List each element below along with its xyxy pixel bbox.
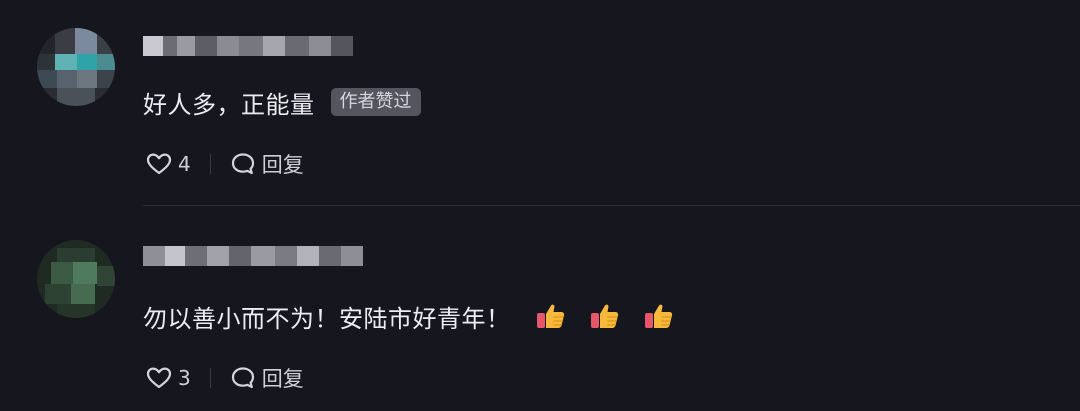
avatar[interactable] [37,240,115,318]
comment-text: 好人多，正能量 [143,90,315,119]
heart-icon[interactable] [145,364,173,392]
comment-actions: 3 回复 [145,363,304,393]
reply-button[interactable]: 回复 [229,363,304,393]
comment-item: 好人多，正能量 作者赞过 4 回复 [0,0,1080,205]
like-button[interactable]: 3 [145,364,191,392]
author-liked-badge: 作者赞过 [330,88,421,116]
like-count: 4 [178,152,191,176]
username-blurred[interactable] [143,241,363,271]
thumbs-up-icon [644,304,672,328]
comment-text-row: 好人多，正能量 作者赞过 [143,82,421,122]
like-button[interactable]: 4 [145,150,191,178]
comment-actions: 4 回复 [145,149,304,179]
like-count: 3 [178,366,191,390]
thumbs-up-icon [536,304,564,328]
reply-label: 回复 [261,153,304,177]
comment-bubble-icon[interactable] [229,150,257,178]
comment-text: 勿以善小而不为！安陆市好青年！ [143,304,511,333]
reply-label: 回复 [261,367,304,391]
action-divider [209,368,211,388]
reply-button[interactable]: 回复 [229,149,304,179]
comment-text-row: 勿以善小而不为！安陆市好青年！ [143,296,675,336]
username-blurred[interactable] [143,31,353,61]
comment-bubble-icon[interactable] [229,364,257,392]
avatar[interactable] [37,28,115,106]
comment-item: 勿以善小而不为！安陆市好青年！ 3 回复 [0,206,1080,411]
heart-icon[interactable] [145,150,173,178]
thumbs-up-icon [590,304,618,328]
action-divider [209,154,211,174]
